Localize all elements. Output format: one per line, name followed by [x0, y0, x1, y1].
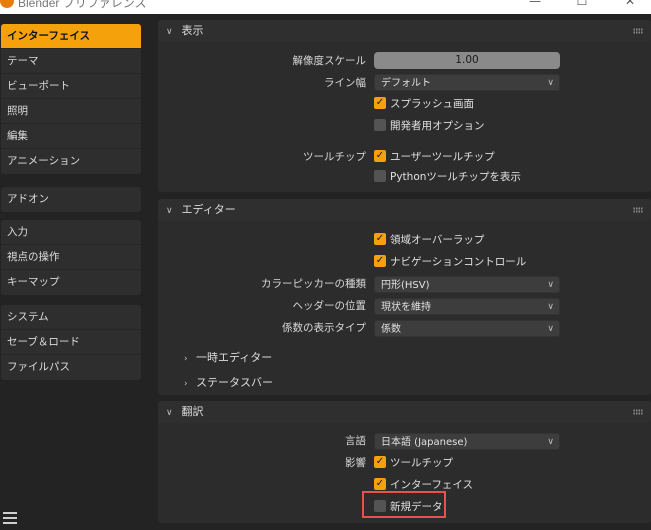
nav-group-input: 入力 視点の操作 キーマップ	[1, 220, 141, 295]
hamburger-menu-icon[interactable]	[3, 512, 17, 524]
chevron-down-icon: ∨	[166, 27, 173, 37]
dev-extras-checkbox[interactable]: 開発者用オプション	[374, 119, 485, 133]
header-position-select[interactable]: 現状を維持 ∨	[374, 298, 560, 315]
panel-title-editors: エディター	[181, 203, 236, 216]
chevron-right-icon: ›	[184, 354, 188, 364]
user-tooltips-checkbox[interactable]: ✓ ユーザーツールチップ	[374, 150, 495, 164]
region-overlap-label: 領域オーバーラップ	[390, 234, 485, 246]
color-picker-value: 円形(HSV)	[381, 280, 430, 291]
temp-editors-label: 一時エディター	[196, 351, 273, 364]
status-bar-label: ステータスバー	[196, 376, 273, 389]
panel-editors: ∨ エディター ✓ 領域オーバーラップ ✓ ナビゲーションコントロール カラーピッカ…	[158, 199, 651, 395]
drag-grip-icon[interactable]	[633, 207, 643, 213]
language-select[interactable]: 日本語 (Japanese) ∨	[374, 433, 560, 450]
sidebar-item-system[interactable]: システム	[1, 305, 141, 330]
region-overlap-checkbox[interactable]: ✓ 領域オーバーラップ	[374, 233, 484, 247]
nav-controls-label: ナビゲーションコントロール	[390, 256, 527, 268]
panel-header-translation[interactable]: ∨ 翻訳	[158, 401, 651, 423]
sidebar-item-navigation[interactable]: 視点の操作	[1, 245, 141, 270]
checkbox-checked-icon: ✓	[374, 97, 386, 109]
panel-title-display: 表示	[181, 24, 204, 37]
python-tooltips-label: Pythonツールチップを表示	[390, 171, 521, 183]
close-icon[interactable]: ✕	[620, 0, 640, 8]
factor-display-label: 係数の表示タイプ	[282, 322, 366, 334]
factor-display-select[interactable]: 係数 ∨	[374, 320, 560, 337]
panel-header-display[interactable]: ∨ 表示	[158, 20, 651, 42]
sidebar-item-editing[interactable]: 編集	[1, 124, 141, 149]
language-value: 日本語 (Japanese)	[381, 437, 468, 448]
chevron-right-icon: ›	[184, 379, 188, 389]
chevron-down-icon: ∨	[166, 206, 173, 216]
subpanel-temp-editors[interactable]: › 一時エディター	[184, 349, 272, 367]
minimize-icon[interactable]: —	[525, 0, 545, 8]
nav-group-system: システム セーブ＆ロード ファイルパス	[1, 305, 141, 380]
checkbox-unchecked-icon	[374, 119, 386, 131]
line-width-select[interactable]: デフォルト ∨	[374, 74, 560, 91]
sidebar-item-themes[interactable]: テーマ	[1, 49, 141, 74]
splash-label: スプラッシュ画面	[390, 98, 474, 110]
sidebar-item-file-paths[interactable]: ファイルパス	[1, 355, 141, 380]
annotation-highlight-box	[362, 491, 446, 518]
language-label: 言語	[345, 435, 366, 447]
sidebar-item-addons[interactable]: アドオン	[1, 187, 141, 212]
splash-checkbox[interactable]: ✓ スプラッシュ画面	[374, 97, 474, 111]
header-position-value: 現状を維持	[381, 302, 431, 313]
nav-group-addons: アドオン	[1, 187, 141, 212]
panel-header-editors[interactable]: ∨ エディター	[158, 199, 651, 221]
preferences-main: ∨ 表示 解像度スケール 1.00 ライン幅 デフォルト ∨ ✓ スプラッシュ画面…	[150, 14, 651, 530]
user-tooltips-label: ユーザーツールチップ	[390, 151, 495, 163]
window-title: Blender プリファレンス	[18, 0, 147, 10]
translate-tooltips-label: ツールチップ	[390, 457, 453, 469]
factor-display-value: 係数	[381, 324, 401, 335]
sidebar-item-lights[interactable]: 照明	[1, 99, 141, 124]
color-picker-select[interactable]: 円形(HSV) ∨	[374, 276, 560, 293]
chevron-down-icon: ∨	[547, 280, 554, 290]
chevron-down-icon: ∨	[547, 78, 554, 88]
line-width-label: ライン幅	[324, 77, 366, 89]
dev-extras-label: 開発者用オプション	[390, 120, 485, 132]
chevron-down-icon: ∨	[166, 408, 173, 418]
checkbox-checked-icon: ✓	[374, 456, 386, 468]
subpanel-status-bar[interactable]: › ステータスバー	[184, 374, 273, 392]
panel-title-translation: 翻訳	[181, 405, 204, 418]
checkbox-checked-icon: ✓	[374, 233, 386, 245]
translate-interface-label: インターフェイス	[390, 479, 474, 491]
sidebar-item-animation[interactable]: アニメーション	[1, 149, 141, 174]
sidebar-item-viewport[interactable]: ビューポート	[1, 74, 141, 99]
sidebar-item-interface[interactable]: インターフェイス	[1, 24, 141, 49]
header-position-label: ヘッダーの位置	[292, 300, 367, 312]
tooltips-label: ツールチップ	[303, 151, 366, 163]
drag-grip-icon[interactable]	[633, 28, 643, 34]
window-titlebar: Blender プリファレンス — ☐ ✕	[0, 0, 651, 14]
affect-label: 影響	[345, 457, 366, 469]
panel-display: ∨ 表示 解像度スケール 1.00 ライン幅 デフォルト ∨ ✓ スプラッシュ画面…	[158, 20, 651, 192]
checkbox-checked-icon: ✓	[374, 150, 386, 162]
chevron-down-icon: ∨	[547, 302, 554, 312]
maximize-icon[interactable]: ☐	[572, 0, 592, 8]
resolution-scale-label: 解像度スケール	[292, 55, 367, 67]
translate-tooltips-checkbox[interactable]: ✓ ツールチップ	[374, 456, 453, 470]
drag-grip-icon[interactable]	[633, 409, 643, 415]
resolution-scale-field[interactable]: 1.00	[374, 52, 560, 69]
checkbox-checked-icon: ✓	[374, 478, 386, 490]
nav-group-interface: インターフェイス テーマ ビューポート 照明 編集 アニメーション	[1, 24, 141, 174]
python-tooltips-checkbox[interactable]: Pythonツールチップを表示	[374, 170, 521, 184]
checkbox-unchecked-icon	[374, 170, 386, 182]
line-width-value: デフォルト	[381, 78, 431, 89]
chevron-down-icon: ∨	[547, 437, 554, 447]
sidebar-item-save-load[interactable]: セーブ＆ロード	[1, 330, 141, 355]
preferences-sidebar: インターフェイス テーマ ビューポート 照明 編集 アニメーション アドオン 入…	[0, 14, 150, 530]
blender-logo-icon	[0, 0, 14, 8]
sidebar-item-keymap[interactable]: キーマップ	[1, 270, 141, 295]
sidebar-item-input[interactable]: 入力	[1, 220, 141, 245]
nav-controls-checkbox[interactable]: ✓ ナビゲーションコントロール	[374, 255, 526, 269]
chevron-down-icon: ∨	[547, 324, 554, 334]
color-picker-label: カラーピッカーの種類	[261, 278, 366, 290]
checkbox-checked-icon: ✓	[374, 255, 386, 267]
translate-interface-checkbox[interactable]: ✓ インターフェイス	[374, 478, 473, 492]
